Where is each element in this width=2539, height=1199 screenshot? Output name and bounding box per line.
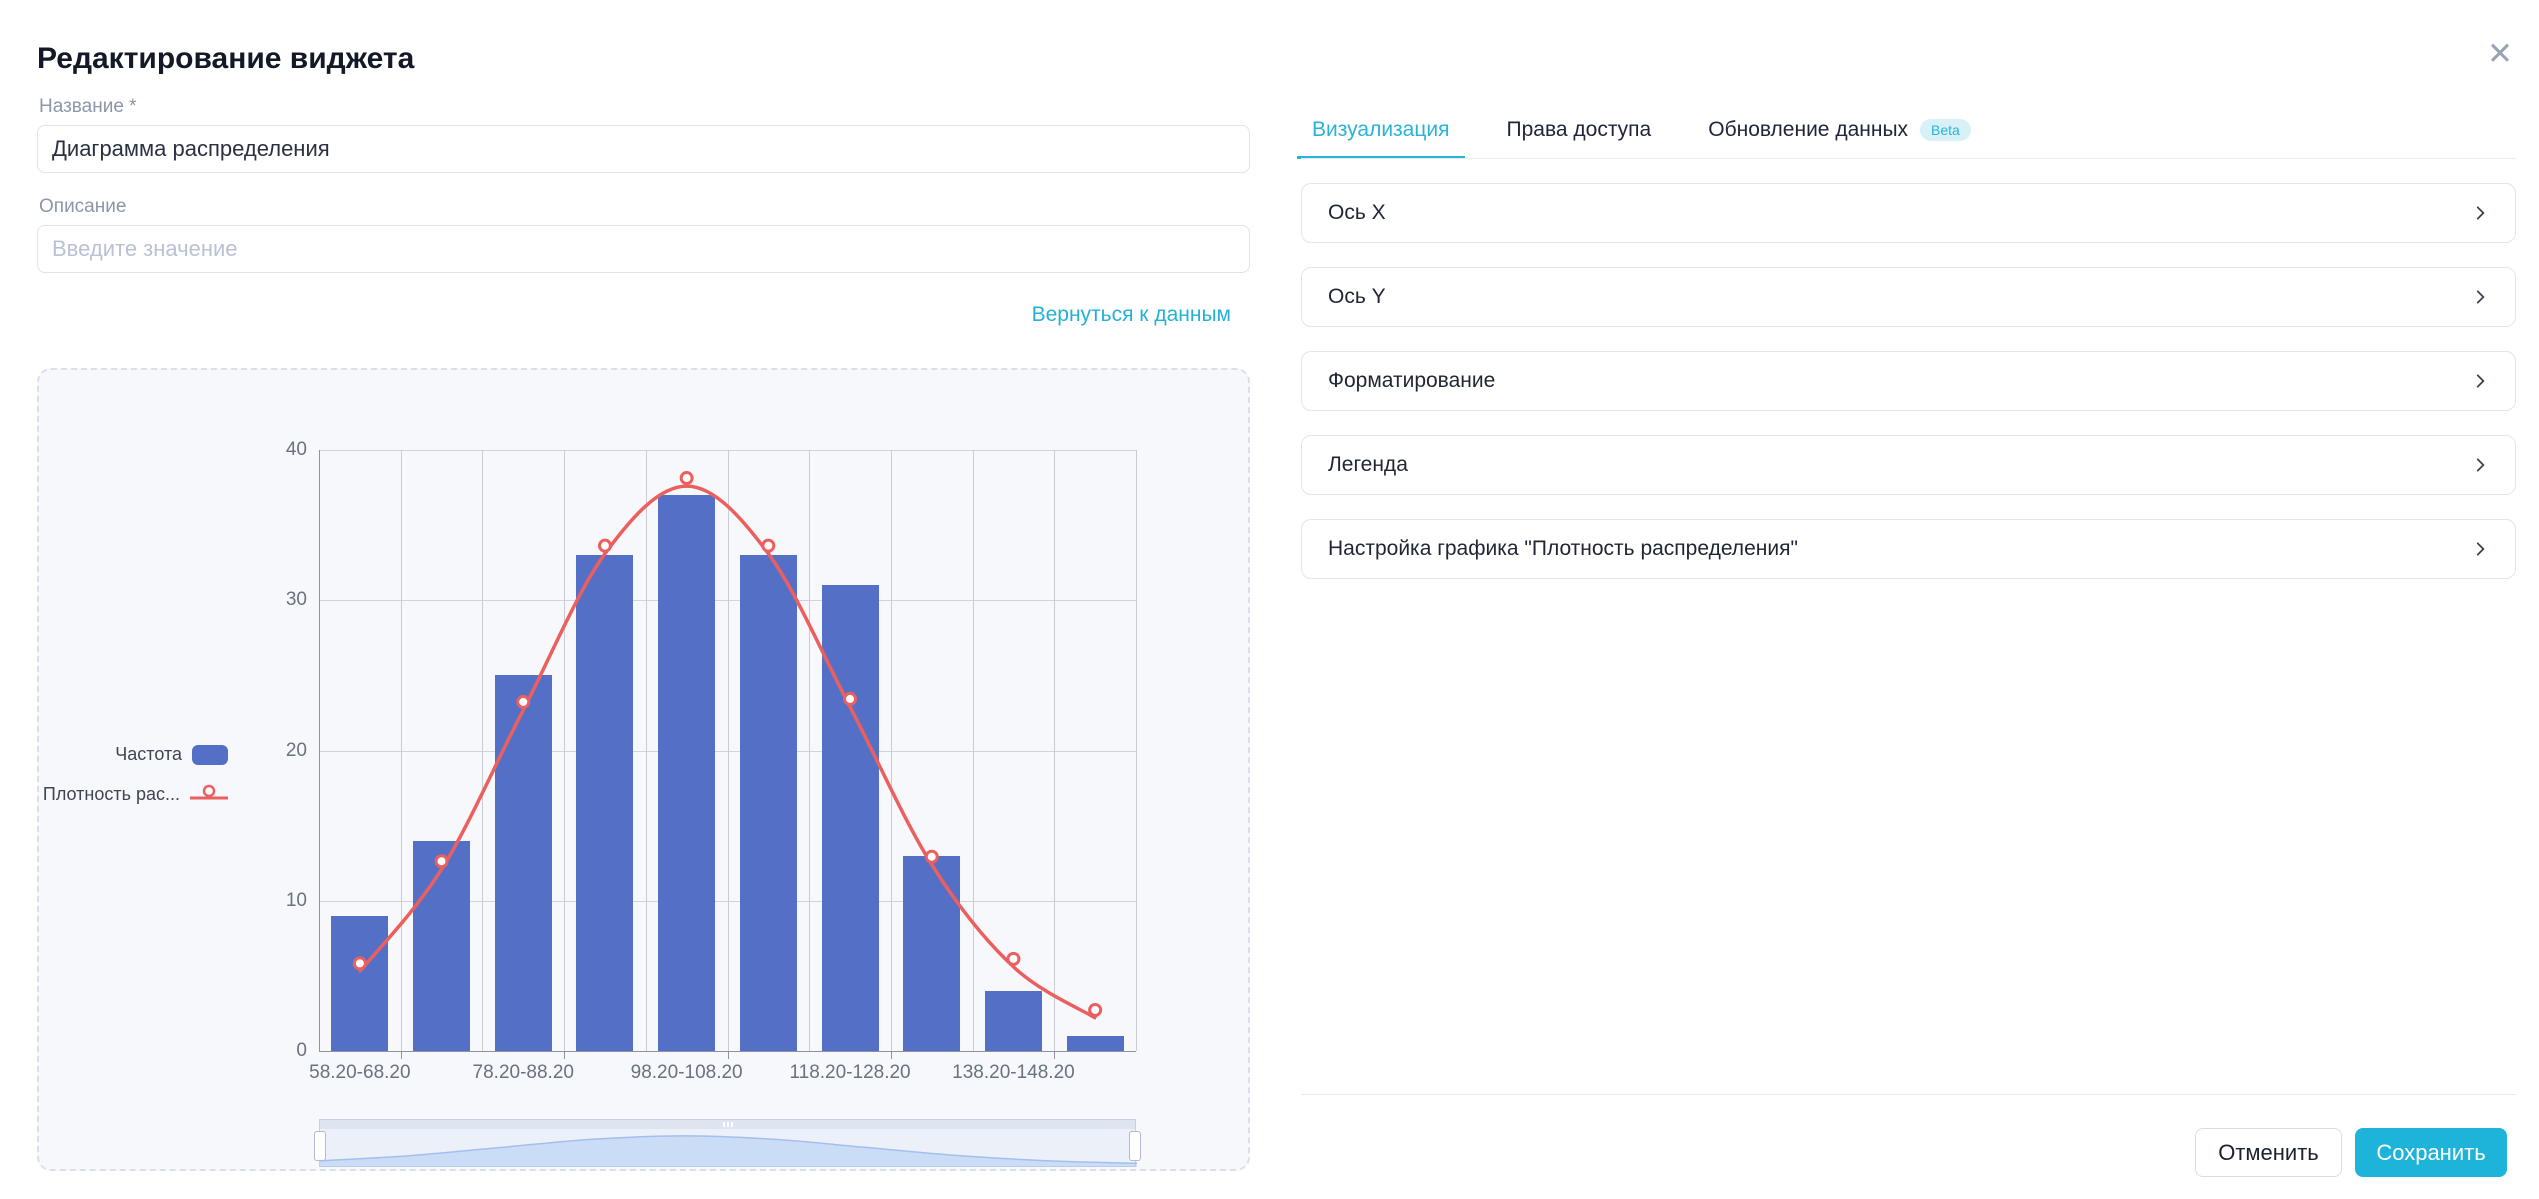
x-gridline	[728, 450, 729, 1051]
tab-data-refresh[interactable]: Обновление данных Beta	[1693, 100, 1986, 159]
x-gridline	[973, 450, 974, 1051]
datazoom-left-handle[interactable]	[314, 1131, 326, 1161]
legend-label-density: Плотность рас...	[43, 784, 180, 805]
tab-label: Права доступа	[1507, 118, 1652, 142]
description-field-label: Описание	[39, 196, 126, 218]
chevron-right-icon	[2471, 204, 2489, 222]
chevron-right-icon	[2471, 540, 2489, 558]
y-axis-tick-label: 20	[247, 740, 307, 762]
bar-68.20-78.20	[413, 841, 470, 1051]
accordion-item-label: Настройка графика "Плотность распределен…	[1328, 537, 1798, 561]
beta-badge: Beta	[1920, 119, 1971, 141]
y-axis-tick-label: 40	[247, 439, 307, 461]
legend-item-density[interactable]: Плотность рас...	[43, 783, 228, 805]
chart-card: 0 10 20 30 40 58.20-68.2078.20-88.2098.20-108…	[37, 368, 1250, 1171]
tab-bar-divider	[1301, 158, 2516, 159]
x-axis-tick-label: 58.20-68.20	[275, 1062, 445, 1084]
save-button[interactable]: Сохранить	[2355, 1128, 2507, 1177]
density-point-98.20-108.20	[683, 483, 689, 488]
accordion-item-label: Форматирование	[1328, 369, 1495, 393]
legend-item-frequency[interactable]: Частота	[115, 744, 228, 765]
x-gridline	[482, 450, 483, 1051]
bar-78.20-88.20	[495, 675, 552, 1051]
x-gridline	[564, 450, 565, 1051]
x-axis-tick	[564, 1052, 565, 1059]
slider-grip-icon[interactable]	[723, 1122, 733, 1127]
page-title: Редактирование виджета	[37, 42, 414, 76]
x-gridline	[1136, 450, 1137, 1051]
accordion-item-label: Легенда	[1328, 453, 1408, 477]
chevron-right-icon	[2471, 372, 2489, 390]
chevron-right-icon	[2471, 288, 2489, 306]
accordion-item-label: Ось Y	[1328, 285, 1386, 309]
cancel-button[interactable]: Отменить	[2195, 1128, 2342, 1177]
tab-visualization[interactable]: Визуализация	[1297, 100, 1465, 159]
x-gridline	[891, 450, 892, 1051]
x-axis-tick	[728, 1052, 729, 1059]
x-axis-tick-label: 98.20-108.20	[602, 1062, 772, 1084]
bar-108.20-118.20	[740, 555, 797, 1051]
tab-label: Визуализация	[1312, 118, 1450, 142]
bar-138.20-148.20	[985, 991, 1042, 1051]
name-input[interactable]	[37, 125, 1250, 173]
footer-divider	[1301, 1094, 2516, 1095]
x-axis-tick-label: 138.20-148.20	[928, 1062, 1098, 1084]
legend-label-frequency: Частота	[115, 744, 182, 765]
datazoom-area-preview	[320, 1129, 1137, 1167]
accordion-item-axis-y[interactable]: Ось Y	[1301, 267, 2516, 327]
y-axis-tick-label: 10	[247, 890, 307, 912]
bar-118.20-128.20	[822, 585, 879, 1051]
x-axis-tick	[891, 1052, 892, 1059]
description-input[interactable]	[37, 225, 1250, 273]
x-axis-tick-label: 78.20-88.20	[438, 1062, 608, 1084]
density-point-138.20-148.20	[1010, 964, 1016, 969]
settings-panel: Визуализация Права доступа Обновление данн…	[1301, 0, 2516, 1199]
bar-128.20-138.20	[903, 856, 960, 1051]
accordion-item-density-chart-settings[interactable]: Настройка графика "Плотность распределен…	[1301, 519, 2516, 579]
line-marker-icon	[190, 783, 228, 805]
x-axis-tick-label: 118.20-128.20	[765, 1062, 935, 1084]
tab-label: Обновление данных	[1708, 118, 1908, 142]
y-axis-tick-label: 30	[247, 589, 307, 611]
bar-58.20-68.20	[331, 916, 388, 1051]
y-axis-line	[319, 450, 320, 1052]
chevron-right-icon	[2471, 456, 2489, 474]
x-axis-tick	[401, 1052, 402, 1059]
accordion-item-label: Ось X	[1328, 201, 1386, 225]
tab-bar: Визуализация Права доступа Обновление данн…	[1297, 100, 1986, 159]
bar-88.20-98.20	[576, 555, 633, 1051]
accordion-item-axis-x[interactable]: Ось X	[1301, 183, 2516, 243]
x-gridline	[1054, 450, 1055, 1051]
bar-98.20-108.20	[658, 495, 715, 1051]
footer-actions: Отменить Сохранить	[2195, 1128, 2507, 1177]
datazoom-track[interactable]	[320, 1120, 1135, 1129]
x-axis-tick	[1054, 1052, 1055, 1059]
accordion-item-formatting[interactable]: Форматирование	[1301, 351, 2516, 411]
name-field-label: Название *	[39, 96, 137, 118]
bar-swatch-icon	[192, 745, 228, 765]
x-gridline	[401, 450, 402, 1051]
datazoom-right-handle[interactable]	[1129, 1131, 1141, 1161]
bar-148.20-158.20	[1067, 1036, 1124, 1051]
x-gridline	[809, 450, 810, 1051]
datazoom-slider[interactable]	[319, 1119, 1136, 1167]
back-to-data-link[interactable]: Вернуться к данным	[37, 303, 1231, 327]
tab-access-rights[interactable]: Права доступа	[1492, 100, 1667, 159]
accordion-item-legend[interactable]: Легенда	[1301, 435, 2516, 495]
density-point-148.20-158.20	[1092, 1015, 1098, 1020]
y-axis-tick-label: 0	[247, 1040, 307, 1062]
x-gridline	[646, 450, 647, 1051]
